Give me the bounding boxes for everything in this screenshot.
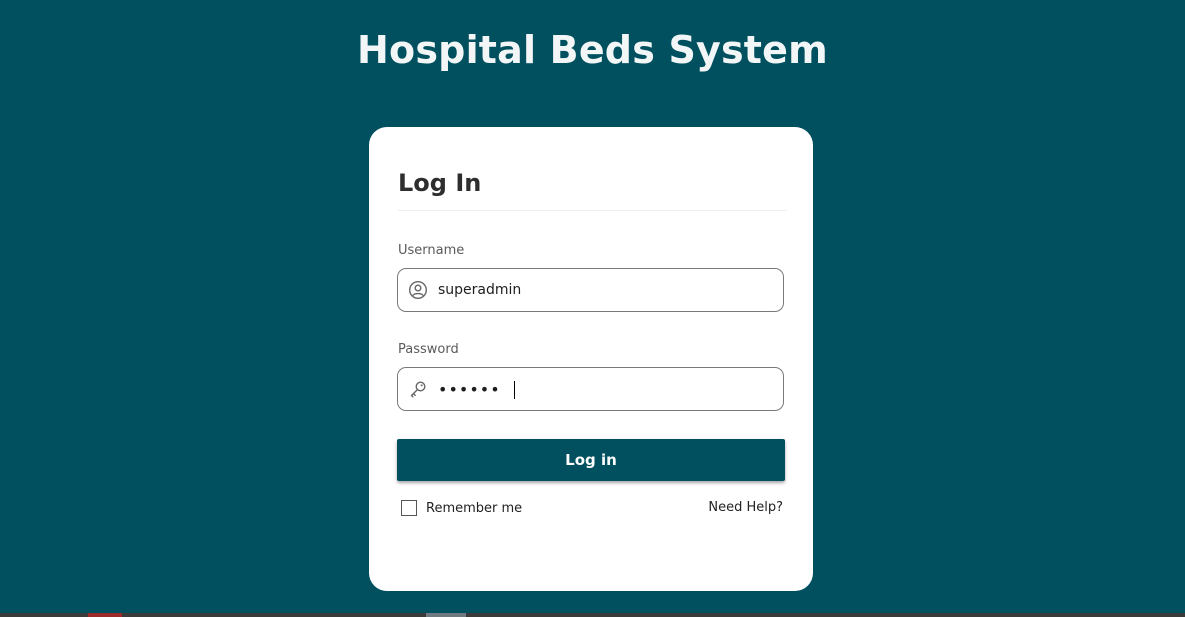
remember-me-toggle[interactable]: Remember me: [401, 499, 522, 517]
login-button[interactable]: Log in: [397, 439, 785, 481]
taskbar-strip: [0, 613, 1185, 617]
title-divider: [398, 210, 787, 211]
app-title: Hospital Beds System: [357, 28, 828, 72]
text-caret: [514, 381, 515, 399]
need-help-link[interactable]: Need Help?: [708, 500, 783, 515]
remember-me-checkbox[interactable]: [401, 500, 417, 516]
remember-me-label: Remember me: [426, 500, 523, 516]
user-circle-icon: [408, 280, 428, 300]
username-label: Username: [398, 243, 465, 258]
username-input[interactable]: [438, 269, 768, 311]
taskbar-item[interactable]: [88, 613, 122, 617]
login-title: Log In: [398, 169, 482, 197]
password-input[interactable]: [438, 368, 768, 410]
username-field[interactable]: [397, 268, 784, 312]
password-field[interactable]: [397, 367, 784, 411]
password-label: Password: [398, 342, 459, 357]
taskbar-item[interactable]: [426, 613, 466, 617]
key-icon: [408, 379, 428, 399]
login-card: Log In Username Password Log in Remember…: [369, 127, 813, 591]
